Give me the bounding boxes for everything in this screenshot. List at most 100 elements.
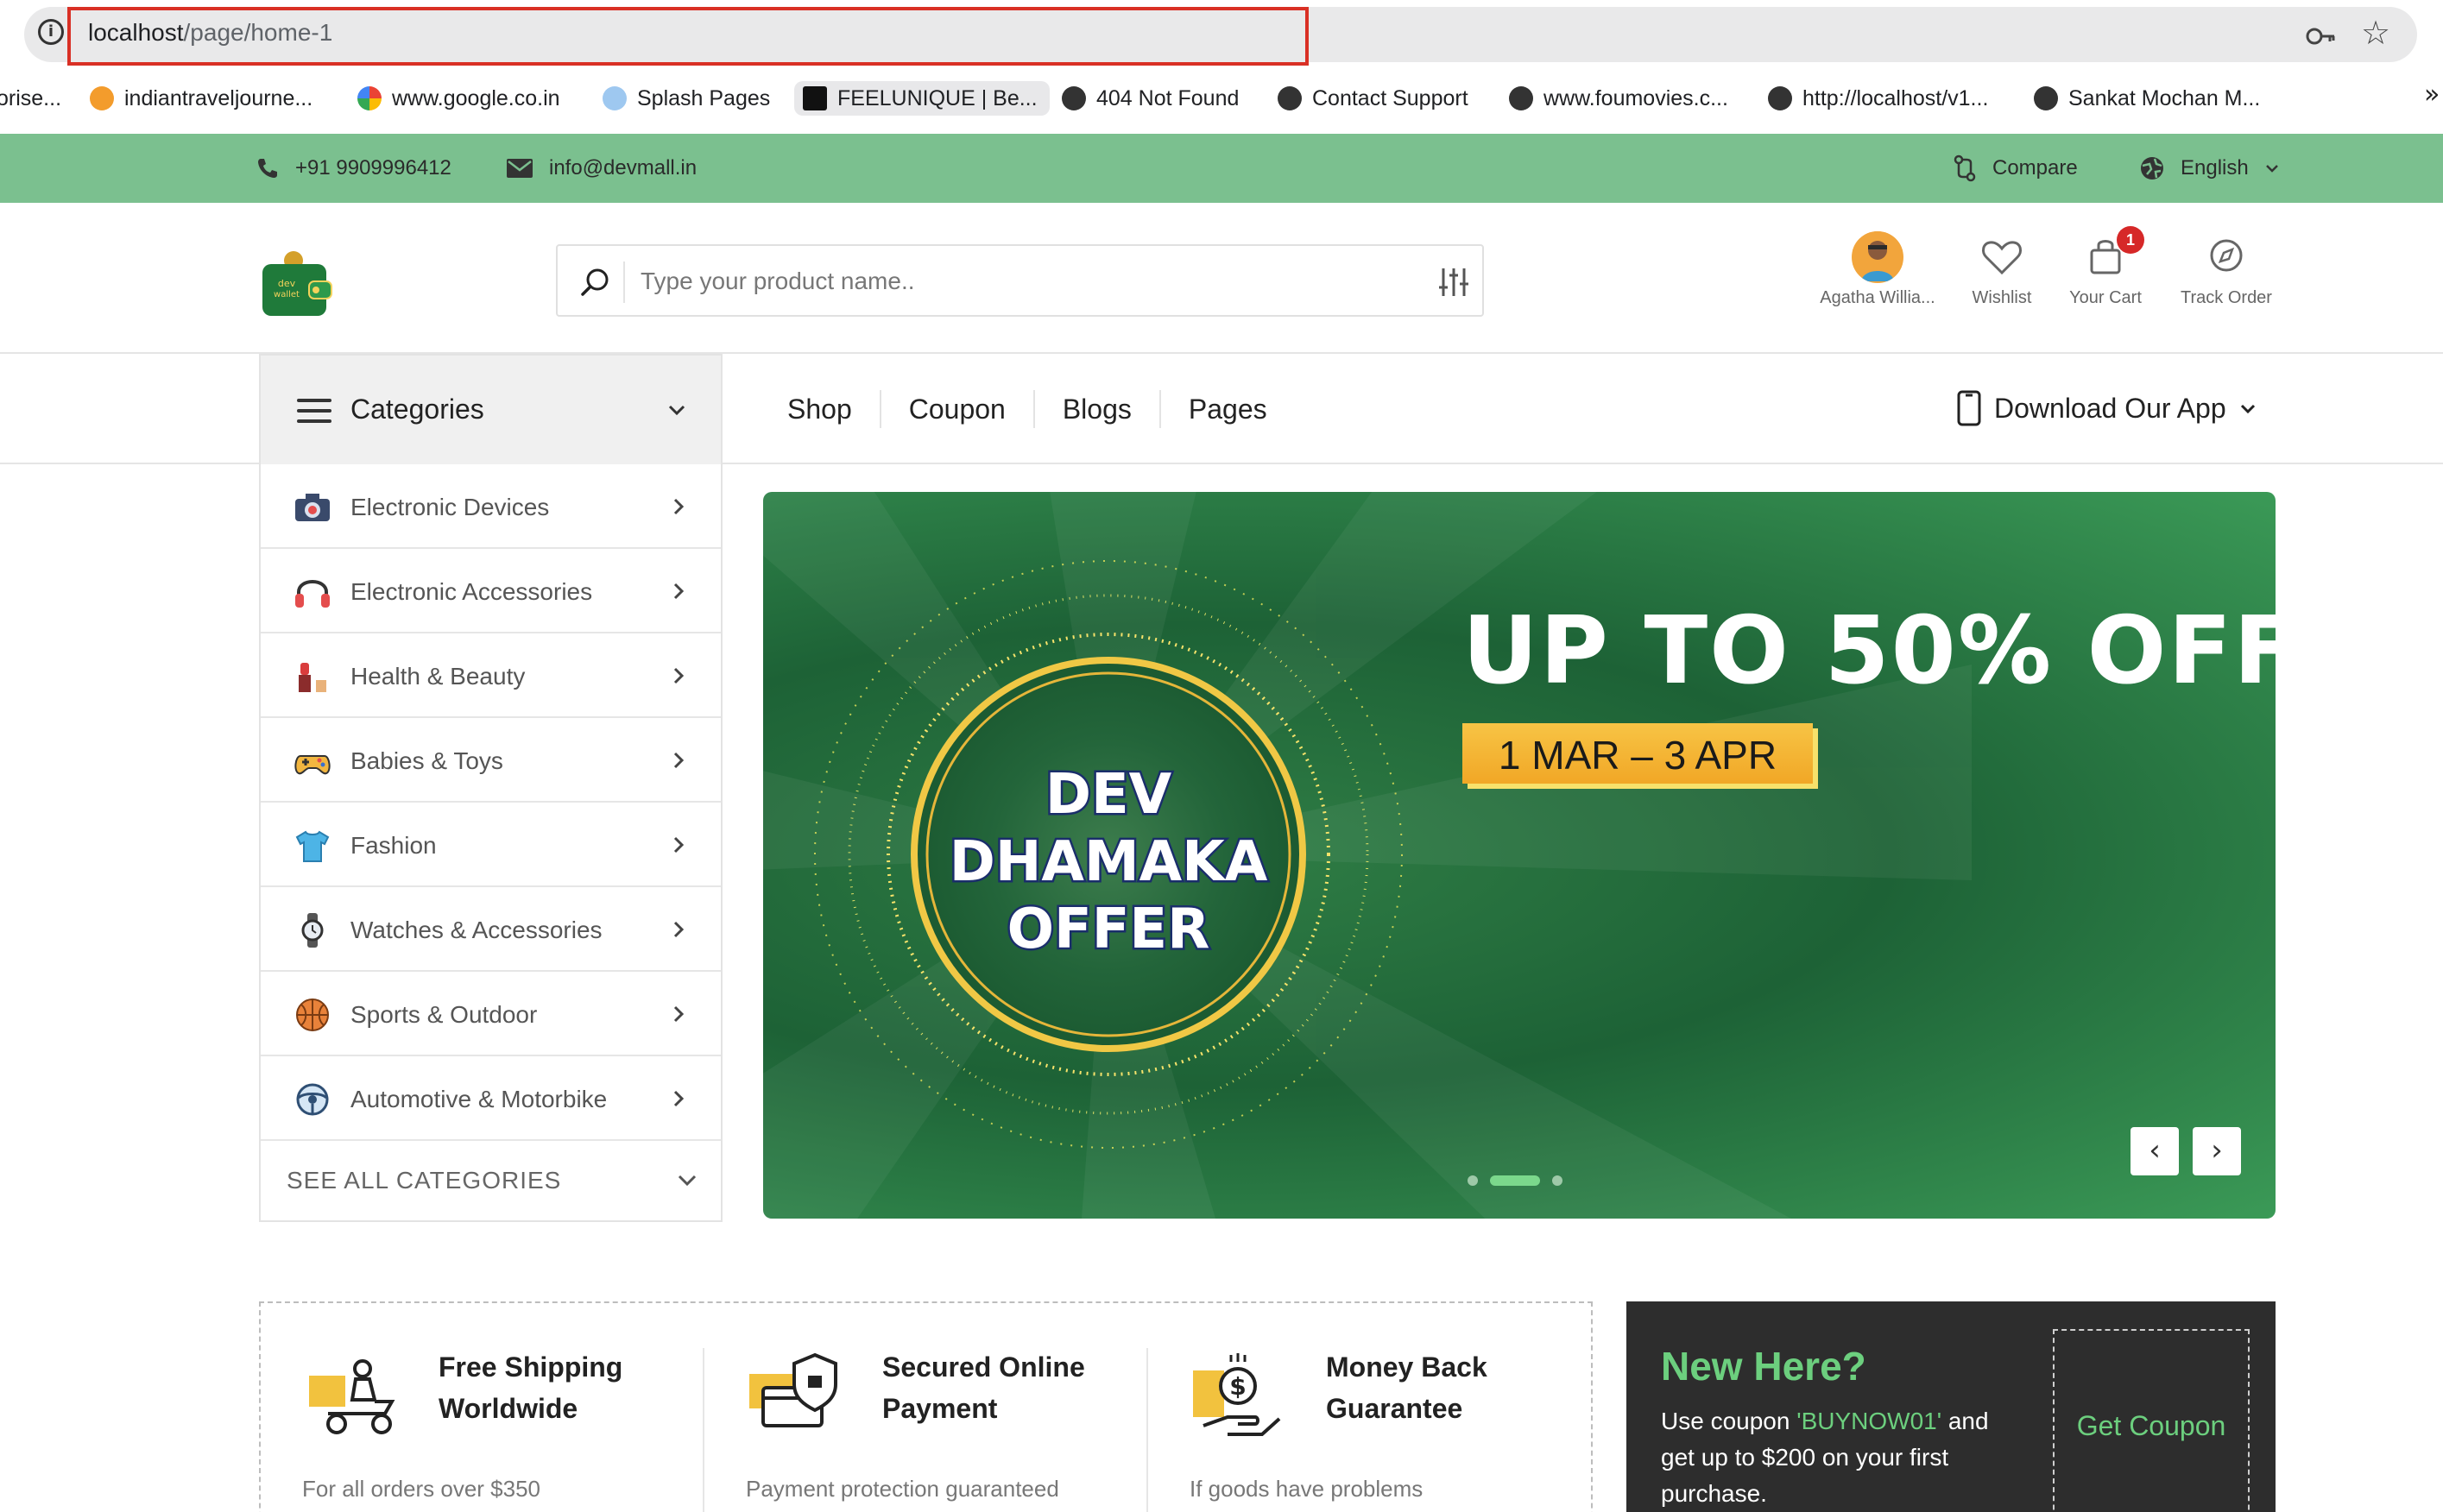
bitcoin-icon bbox=[90, 86, 114, 110]
chevron-right-icon bbox=[673, 1005, 685, 1023]
carousel-dots bbox=[1468, 1175, 1562, 1186]
email-link[interactable]: info@devmall.in bbox=[506, 134, 697, 203]
promo-text: Use coupon bbox=[1661, 1408, 1797, 1434]
steering-wheel-icon bbox=[296, 1083, 329, 1116]
bookmark-label: indiantraveljourne... bbox=[124, 85, 313, 110]
dev-wallet-logo[interactable]: dev wallet bbox=[261, 250, 333, 318]
bookmark-label: 404 Not Found bbox=[1096, 85, 1240, 110]
carousel-dot[interactable] bbox=[1468, 1175, 1478, 1186]
logo-text: wallet bbox=[274, 290, 300, 299]
bookmark-item[interactable]: www.foumovies.c... bbox=[1509, 81, 1728, 116]
sidebar-item-label: Fashion bbox=[350, 832, 437, 859]
avatar bbox=[1852, 231, 1903, 283]
menu-item-shop[interactable]: Shop bbox=[787, 390, 880, 428]
bookmark-item[interactable]: orise... bbox=[0, 81, 61, 116]
carousel-dot-active[interactable] bbox=[1490, 1175, 1540, 1186]
menu-item-coupon[interactable]: Coupon bbox=[879, 390, 1033, 428]
menu-item-pages[interactable]: Pages bbox=[1158, 390, 1295, 428]
chevron-right-icon bbox=[673, 836, 685, 854]
sidebar-item-automotive-motorbike[interactable]: Automotive & Motorbike bbox=[261, 1056, 721, 1141]
phone-link[interactable]: +91 9909996412 bbox=[256, 134, 451, 203]
hero-banner[interactable]: DEV DHAMAKA OFFER UP TO 50% OFF 1 MAR – … bbox=[763, 492, 2276, 1219]
site-info-icon[interactable]: i bbox=[38, 19, 64, 45]
carousel-next-button[interactable]: › bbox=[2193, 1127, 2241, 1175]
chevron-right-icon bbox=[673, 1090, 685, 1107]
download-app-dropdown[interactable]: Download Our App bbox=[1956, 387, 2257, 430]
password-key-icon[interactable] bbox=[2303, 19, 2338, 54]
bookmark-item[interactable]: FEELUNIQUE | Be... bbox=[794, 81, 1050, 116]
feature-secured-payment: Secured Online Payment Payment protectio… bbox=[704, 1303, 1148, 1512]
sidebar-item-watches-accessories[interactable]: Watches & Accessories bbox=[261, 887, 721, 972]
sidebar-item-electronic-accessories[interactable]: Electronic Accessories bbox=[261, 549, 721, 633]
lipstick-icon bbox=[299, 663, 326, 692]
carousel-prev-button[interactable]: ‹ bbox=[2131, 1127, 2179, 1175]
splash-icon bbox=[603, 86, 627, 110]
bookmark-item[interactable]: Sankat Mochan M... bbox=[2034, 81, 2260, 116]
globe-icon bbox=[1768, 86, 1792, 110]
categories-label: Categories bbox=[350, 394, 484, 425]
bookmark-label: FEELUNIQUE | Be... bbox=[837, 85, 1038, 110]
language-globe-icon bbox=[2141, 157, 2163, 180]
new-user-promo: New Here? Use coupon 'BUYNOW01' and get … bbox=[1626, 1301, 2276, 1512]
bookmark-item[interactable]: Contact Support bbox=[1278, 81, 1468, 116]
banner-headline: UP TO 50% OFF bbox=[1462, 597, 2276, 705]
language-selector[interactable]: English bbox=[2139, 134, 2280, 203]
mail-icon bbox=[507, 159, 533, 178]
carousel-dot[interactable] bbox=[1552, 1175, 1562, 1186]
get-coupon-button[interactable]: Get Coupon bbox=[2053, 1329, 2250, 1512]
emblem-line-1: DEV bbox=[1045, 763, 1172, 827]
chevron-right-icon bbox=[673, 498, 685, 515]
sidebar-item-label: Babies & Toys bbox=[350, 747, 503, 774]
sidebar-item-health-beauty[interactable]: Health & Beauty bbox=[261, 633, 721, 718]
sidebar-item-electronic-devices[interactable]: Electronic Devices bbox=[261, 464, 721, 549]
bookmark-item[interactable]: Splash Pages bbox=[603, 81, 770, 116]
globe-icon bbox=[1509, 86, 1533, 110]
sidebar-item-label: Sports & Outdoor bbox=[350, 1001, 538, 1028]
track-order-button[interactable]: Track Order bbox=[2153, 231, 2300, 318]
category-sidebar: Electronic Devices Electronic Accessorie… bbox=[259, 464, 723, 1222]
sidebar-item-babies-toys[interactable]: Babies & Toys bbox=[261, 718, 721, 803]
bookmark-label: orise... bbox=[0, 85, 62, 110]
phone-icon bbox=[258, 159, 277, 178]
sidebar-item-label: Health & Beauty bbox=[350, 663, 526, 690]
bookmark-item[interactable]: www.google.co.in bbox=[357, 81, 560, 116]
compare-link[interactable]: Compare bbox=[1953, 134, 2078, 203]
promo-title: New Here? bbox=[1661, 1344, 1866, 1389]
cart-count-badge: 1 bbox=[2117, 226, 2144, 254]
watch-icon bbox=[301, 913, 324, 948]
top-info-bar: +91 9909996412 info@devmall.in Compare E… bbox=[0, 134, 2443, 203]
globe-icon bbox=[2034, 86, 2058, 110]
dev-dhamaka-emblem: DEV DHAMAKA OFFER bbox=[814, 560, 1403, 1149]
language-label: English bbox=[2181, 156, 2249, 180]
sidebar-item-label: Electronic Devices bbox=[350, 494, 550, 520]
banner-date-tag: 1 MAR – 3 APR bbox=[1462, 723, 1813, 784]
sidebar-item-fashion[interactable]: Fashion bbox=[261, 803, 721, 887]
feelunique-icon bbox=[803, 86, 827, 110]
compare-label: Compare bbox=[1992, 156, 2078, 180]
categories-toggle[interactable]: Categories bbox=[259, 354, 723, 464]
main-menu: Shop Coupon Blogs Pages bbox=[787, 376, 1295, 442]
bookmark-label: Sankat Mochan M... bbox=[2068, 85, 2261, 110]
bookmark-item[interactable]: 404 Not Found bbox=[1062, 81, 1239, 116]
svg-text:$: $ bbox=[1229, 1372, 1246, 1401]
filter-sliders-icon[interactable] bbox=[1436, 265, 1471, 299]
bookmark-item[interactable]: indiantraveljourne... bbox=[90, 81, 312, 116]
tshirt-icon bbox=[295, 830, 330, 862]
compare-icon bbox=[1954, 154, 1976, 182]
sidebar-item-sports-outdoor[interactable]: Sports & Outdoor bbox=[261, 972, 721, 1056]
sidebar-item-label: Automotive & Motorbike bbox=[350, 1086, 608, 1112]
search-divider bbox=[623, 261, 625, 303]
chevron-right-icon bbox=[673, 752, 685, 769]
bookmark-label: Splash Pages bbox=[637, 85, 771, 110]
emblem-line-3: OFFER bbox=[1007, 898, 1210, 961]
search-icon[interactable] bbox=[578, 265, 613, 299]
chevron-down-icon bbox=[668, 405, 685, 416]
menu-item-blogs[interactable]: Blogs bbox=[1032, 390, 1159, 428]
search-input[interactable] bbox=[641, 258, 1383, 305]
google-icon bbox=[357, 86, 382, 110]
see-all-categories-button[interactable]: SEE ALL CATEGORIES bbox=[261, 1141, 721, 1220]
feature-title: Money Back Guarantee bbox=[1326, 1351, 1487, 1424]
bookmark-star-icon[interactable]: ☆ bbox=[2358, 16, 2393, 50]
bookmark-item[interactable]: http://localhost/v1... bbox=[1768, 81, 1988, 116]
bookmarks-overflow-button[interactable]: » bbox=[2424, 79, 2440, 110]
